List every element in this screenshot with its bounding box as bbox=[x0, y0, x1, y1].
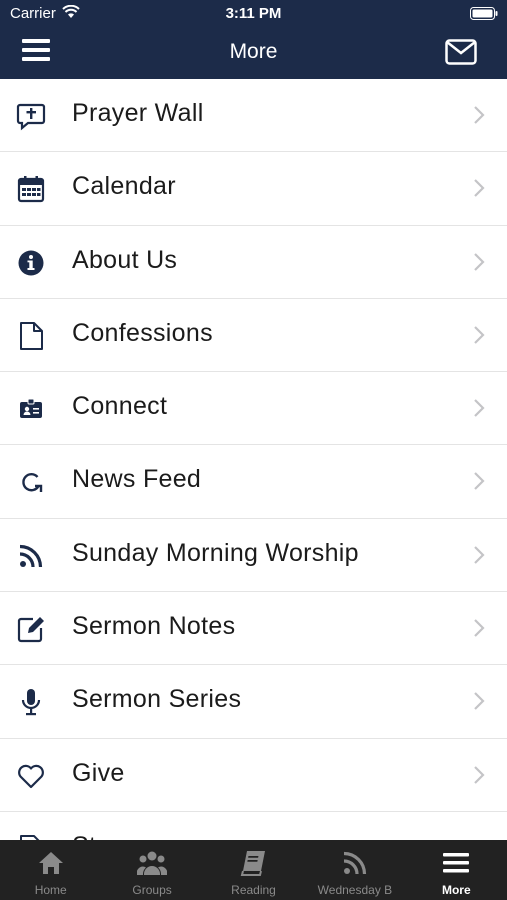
menu-item-label: News Feed bbox=[72, 465, 202, 494]
tab-wednesday-b[interactable]: Wednesday B bbox=[304, 840, 405, 900]
book-icon bbox=[239, 848, 269, 878]
tab-label: Reading bbox=[231, 883, 276, 897]
menu-item-prayer-wall[interactable]: Prayer Wall bbox=[0, 79, 507, 153]
menu-item-label: Sunday Morning Worship bbox=[72, 538, 359, 567]
id-card-icon bbox=[16, 394, 46, 424]
chevron-right-icon bbox=[473, 398, 485, 418]
tab-bar: Home Groups Reading Wednesday B More bbox=[0, 840, 507, 900]
document-icon bbox=[16, 321, 46, 351]
page-title: More bbox=[229, 40, 278, 63]
menu-item-news-feed[interactable]: News Feed bbox=[0, 445, 507, 519]
chevron-right-icon bbox=[473, 252, 485, 272]
menu-item-sermon-notes[interactable]: Sermon Notes bbox=[0, 592, 507, 666]
status-bar: Carrier 3:11 PM bbox=[0, 0, 507, 28]
chevron-right-icon bbox=[473, 765, 485, 785]
chevron-right-icon bbox=[473, 471, 485, 491]
chevron-right-icon bbox=[473, 691, 485, 711]
refresh-icon bbox=[16, 467, 46, 497]
top-bar: Carrier 3:11 PM More bbox=[0, 0, 507, 79]
calendar-icon bbox=[16, 174, 46, 204]
tab-more[interactable]: More bbox=[406, 840, 507, 900]
menu-item-label: Confessions bbox=[72, 318, 213, 347]
battery-icon bbox=[470, 7, 498, 25]
menu-icon bbox=[441, 848, 471, 878]
menu-item-label: About Us bbox=[72, 245, 178, 274]
menu-item-connect[interactable]: Connect bbox=[0, 372, 507, 446]
chevron-right-icon bbox=[473, 618, 485, 638]
rss-icon bbox=[340, 848, 370, 878]
tab-groups[interactable]: Groups bbox=[101, 840, 202, 900]
edit-icon bbox=[16, 614, 46, 644]
menu-item-sermon-series[interactable]: Sermon Series bbox=[0, 665, 507, 739]
menu-item-confessions[interactable]: Confessions bbox=[0, 298, 507, 373]
chevron-right-icon bbox=[473, 545, 485, 565]
chevron-right-icon bbox=[473, 178, 485, 198]
home-icon bbox=[36, 848, 66, 878]
menu-item-label: Sermon Series bbox=[72, 685, 242, 714]
menu-item-sunday-morning-worship[interactable]: Sunday Morning Worship bbox=[0, 518, 507, 593]
menu-item-label: Connect bbox=[72, 392, 168, 421]
tab-label: Home bbox=[34, 883, 67, 897]
info-icon bbox=[16, 248, 46, 278]
envelope-icon bbox=[445, 39, 477, 65]
chevron-right-icon bbox=[473, 325, 485, 345]
tab-label: More bbox=[441, 883, 471, 897]
menu-item-label: Calendar bbox=[72, 172, 176, 201]
prayer-chat-icon bbox=[16, 101, 46, 131]
rss-icon bbox=[16, 541, 46, 571]
menu-item-calendar[interactable]: Calendar bbox=[0, 152, 507, 226]
tab-reading[interactable]: Reading bbox=[203, 840, 304, 900]
nav-bar: More bbox=[0, 28, 507, 79]
heart-icon bbox=[16, 761, 46, 791]
menu-item-label: Give bbox=[72, 758, 125, 787]
menu-item-partial[interactable]: St bbox=[0, 811, 507, 840]
chevron-right-icon bbox=[473, 105, 485, 125]
clock: 3:11 PM bbox=[225, 5, 282, 22]
tab-home[interactable]: Home bbox=[0, 840, 101, 900]
more-menu-list: Prayer Wall Calendar About Us Confession… bbox=[0, 79, 507, 840]
menu-item-label: Prayer Wall bbox=[72, 99, 204, 127]
tab-label: Wednesday B bbox=[317, 883, 393, 897]
menu-item-label: Sermon Notes bbox=[72, 612, 236, 641]
menu-item-give[interactable]: Give bbox=[0, 738, 507, 812]
menu-item-about-us[interactable]: About Us bbox=[0, 225, 507, 299]
microphone-icon bbox=[16, 687, 46, 717]
mail-button[interactable] bbox=[445, 39, 479, 67]
menu-item-label: St bbox=[72, 832, 96, 840]
tab-label: Groups bbox=[132, 883, 172, 897]
groups-icon bbox=[136, 848, 168, 878]
